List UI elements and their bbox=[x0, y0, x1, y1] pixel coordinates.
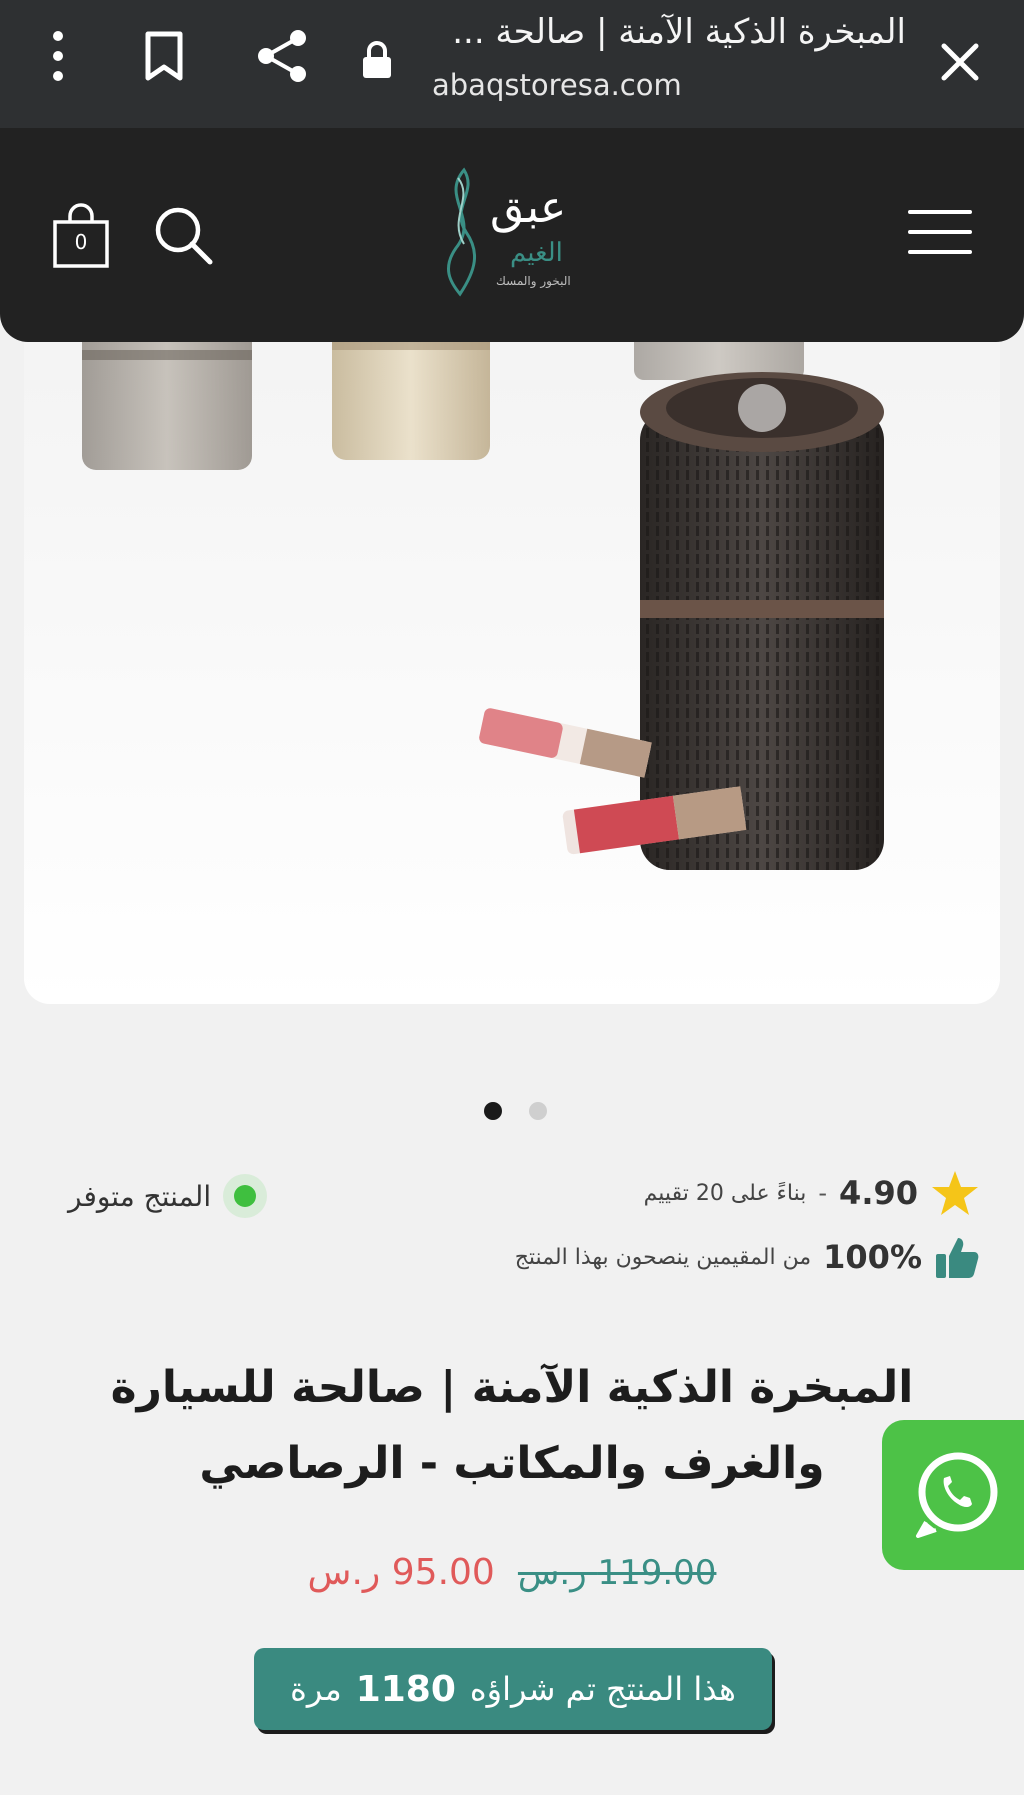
product-image[interactable] bbox=[24, 300, 1000, 1004]
purchase-count-suffix: مرة bbox=[290, 1670, 342, 1708]
stock-status: المنتج متوفر bbox=[68, 1172, 268, 1220]
bookmark-icon[interactable] bbox=[142, 30, 186, 82]
whatsapp-button[interactable] bbox=[882, 1420, 1024, 1570]
page-url: abaqstoresa.com bbox=[432, 68, 682, 102]
old-price: 119.00 ر.س bbox=[517, 1553, 717, 1593]
carousel-dots bbox=[484, 1102, 554, 1122]
rating-row[interactable]: 4.90 - بناءً على 20 تقييم bbox=[644, 1168, 980, 1218]
recommend-row: 100% من المقيمين ينصحون بهذا المنتج bbox=[515, 1232, 980, 1282]
in-stock-indicator bbox=[223, 1174, 268, 1218]
close-icon[interactable] bbox=[934, 36, 986, 88]
purchase-count-badge: هذا المنتج تم شراؤه 1180 مرة bbox=[254, 1648, 772, 1730]
thumbs-up-icon bbox=[934, 1234, 980, 1280]
more-menu-icon[interactable] bbox=[46, 30, 70, 82]
whatsapp-icon bbox=[912, 1448, 1004, 1540]
purchase-count-number: 1180 bbox=[355, 1668, 456, 1710]
rating-count: بناءً على 20 تقييم bbox=[643, 1180, 807, 1206]
carousel-dot-2[interactable] bbox=[529, 1102, 547, 1120]
purchase-count-prefix: هذا المنتج تم شراؤه bbox=[469, 1670, 736, 1708]
share-icon[interactable] bbox=[254, 26, 310, 86]
browser-toolbar: المبخرة الذكية الآمنة | صالحة ... abaqst… bbox=[0, 0, 1024, 128]
product-title: المبخرة الذكية الآمنة | صالحة للسيارة وا… bbox=[110, 1362, 914, 1489]
rating-value: 4.90 bbox=[839, 1174, 918, 1212]
price-block: 119.00 ر.س 95.00 ر.س bbox=[0, 1552, 1024, 1593]
rating-separator: - bbox=[818, 1179, 828, 1207]
search-icon[interactable] bbox=[152, 204, 214, 266]
recommend-text: من المقيمين ينصحون بهذا المنتج bbox=[514, 1244, 812, 1270]
hamburger-menu-icon[interactable] bbox=[908, 208, 972, 256]
page-title: المبخرة الذكية الآمنة | صالحة ... bbox=[452, 12, 906, 52]
logo-text: عبق bbox=[490, 182, 567, 233]
sale-price: 95.00 ر.س bbox=[307, 1552, 495, 1593]
logo-tagline: البخور والمسك bbox=[496, 274, 571, 288]
star-icon bbox=[930, 1169, 980, 1217]
recommend-percent: 100% bbox=[823, 1238, 922, 1276]
logo-subtext: الغيم bbox=[510, 238, 563, 268]
site-header: 0 عبق الغيم البخور والمسك bbox=[0, 128, 1024, 342]
carousel-dot-1[interactable] bbox=[484, 1102, 502, 1120]
stock-text: المنتج متوفر bbox=[68, 1179, 212, 1213]
cart-count: 0 bbox=[74, 230, 88, 254]
cart-button[interactable]: 0 bbox=[52, 202, 110, 270]
lock-icon bbox=[360, 40, 394, 80]
